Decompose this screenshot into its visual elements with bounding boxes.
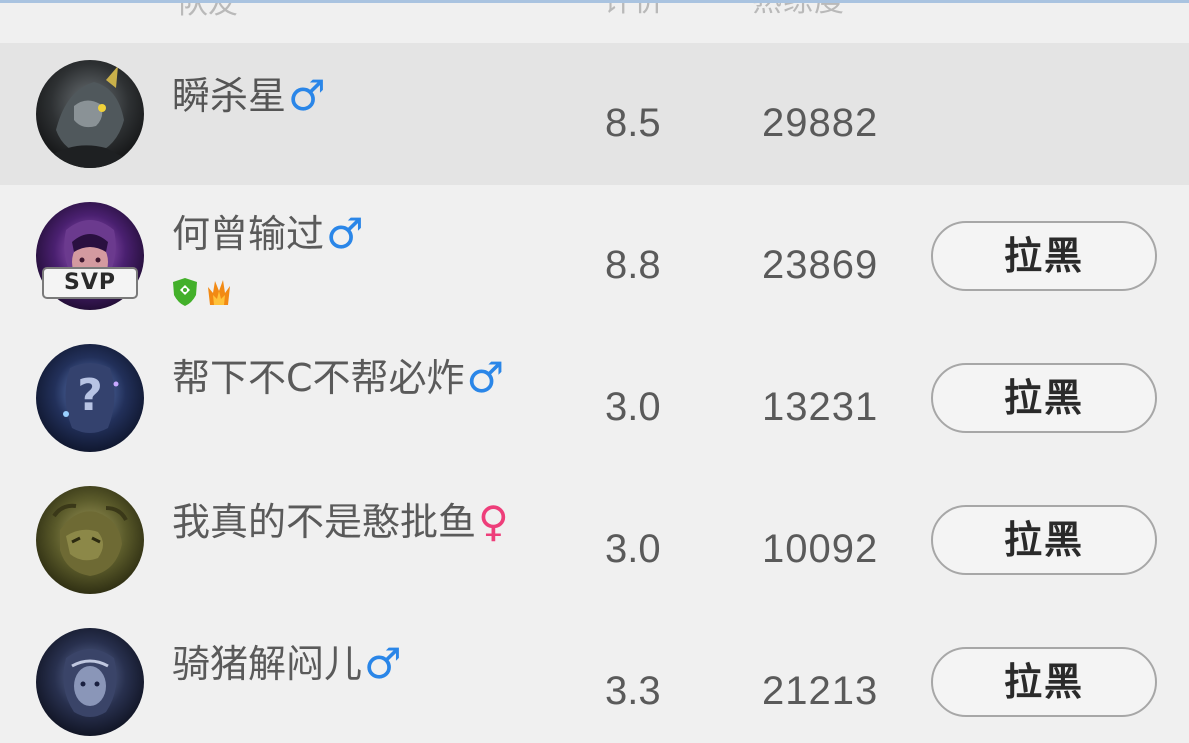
green-shield-icon xyxy=(173,278,197,306)
svp-badge: SVP xyxy=(42,267,138,299)
player-name: 骑猪解闷儿 ♂ xyxy=(172,641,402,687)
teammate-list: 队友 评价 熟练度 瞬杀星 ♂ 8.5 29882 SVP 何曾输过 ♂ 8.8… xyxy=(0,0,1189,743)
header-name: 队友 xyxy=(178,0,238,21)
player-name: 瞬杀星 ♂ xyxy=(172,73,326,119)
player-name: 帮下不C不帮必炸 ♂ xyxy=(172,355,504,401)
male-icon: ♂ xyxy=(288,71,326,120)
player-heat: 10092 xyxy=(762,527,879,571)
player-row[interactable]: 瞬杀星 ♂ 8.5 29882 xyxy=(0,43,1189,185)
table-header: 队友 评价 熟练度 xyxy=(0,0,1189,44)
header-score: 评价 xyxy=(604,0,664,18)
player-avatar[interactable]: ? xyxy=(36,344,144,452)
player-avatar[interactable] xyxy=(36,60,144,168)
blacklist-button[interactable]: 拉黑 xyxy=(931,363,1157,433)
player-score: 3.0 xyxy=(605,385,661,429)
player-row[interactable]: SVP 何曾输过 ♂ 8.8 23869 拉黑 xyxy=(0,185,1189,327)
svg-text:?: ? xyxy=(77,370,103,421)
player-score: 8.8 xyxy=(605,243,661,287)
blacklist-button[interactable]: 拉黑 xyxy=(931,647,1157,717)
player-heat: 29882 xyxy=(762,101,879,145)
player-score: 3.3 xyxy=(605,669,661,713)
female-icon: ♀ xyxy=(478,497,509,546)
honor-icons xyxy=(172,277,232,307)
player-score: 8.5 xyxy=(605,101,661,145)
player-avatar[interactable] xyxy=(36,628,144,736)
player-name-text: 骑猪解闷儿 xyxy=(172,642,363,686)
avatar-image-icon: ? xyxy=(36,344,144,452)
player-name-text: 我真的不是憨批鱼 xyxy=(172,500,477,544)
player-row[interactable]: 骑猪解闷儿 ♂ 3.3 21213 拉黑 xyxy=(0,611,1189,743)
male-icon: ♂ xyxy=(326,209,364,258)
flame-icon xyxy=(208,280,230,305)
player-row[interactable]: 我真的不是憨批鱼 ♀ 3.0 10092 拉黑 xyxy=(0,469,1189,611)
blacklist-button[interactable]: 拉黑 xyxy=(931,221,1157,291)
player-heat: 23869 xyxy=(762,243,879,287)
player-name-text: 何曾输过 xyxy=(172,212,325,256)
header-heat: 熟练度 xyxy=(752,0,845,18)
player-name: 何曾输过 ♂ xyxy=(172,211,364,257)
player-name: 我真的不是憨批鱼 ♀ xyxy=(172,499,509,545)
player-name-text: 瞬杀星 xyxy=(172,74,287,118)
player-heat: 13231 xyxy=(762,385,879,429)
player-score: 3.0 xyxy=(605,527,661,571)
player-name-text: 帮下不C不帮必炸 xyxy=(172,356,465,400)
player-row[interactable]: ? 帮下不C不帮必炸 ♂ 3.0 13231 拉黑 xyxy=(0,327,1189,469)
avatar-image-icon xyxy=(36,628,144,736)
male-icon: ♂ xyxy=(466,353,505,402)
window-top-border xyxy=(0,0,1189,3)
avatar-image-icon xyxy=(36,486,144,594)
avatar-image-icon xyxy=(36,60,144,168)
blacklist-button[interactable]: 拉黑 xyxy=(931,505,1157,575)
male-icon: ♂ xyxy=(364,639,402,688)
player-heat: 21213 xyxy=(762,669,879,713)
player-avatar[interactable] xyxy=(36,486,144,594)
